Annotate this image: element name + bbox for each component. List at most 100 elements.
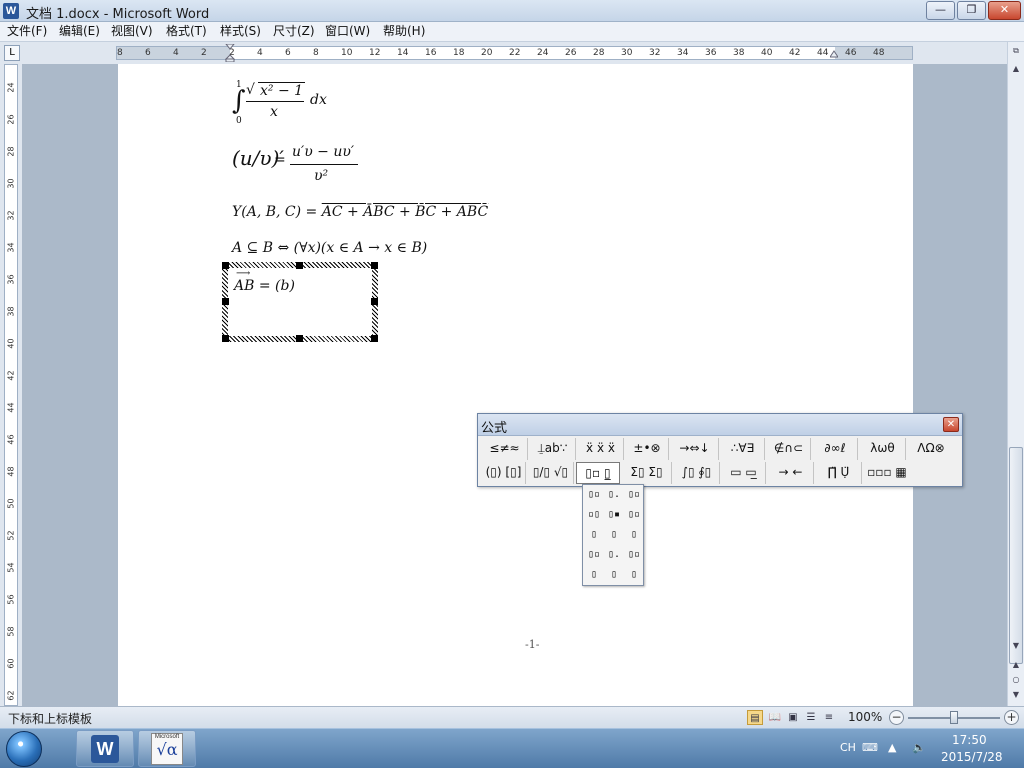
tray-expand-icon[interactable]: ▲ bbox=[888, 741, 896, 754]
menu-file[interactable]: 文件(F) bbox=[4, 24, 50, 39]
ruler-tick: 8 bbox=[313, 48, 319, 58]
prev-page-icon[interactable]: ▲ bbox=[1009, 658, 1023, 671]
palette-template-item[interactable]: ▯ bbox=[605, 566, 623, 584]
view-outline-icon[interactable]: ☰ bbox=[803, 710, 819, 725]
menu-help[interactable]: 帮助(H) bbox=[380, 24, 428, 39]
eq-template-integrals-button[interactable]: ∫▯ ∮▯ bbox=[674, 462, 720, 484]
palette-template-item[interactable]: ▯ bbox=[585, 526, 603, 544]
input-method-indicator[interactable]: CH bbox=[840, 741, 856, 754]
eq-template-labeled-arrows-button[interactable]: → ← bbox=[768, 462, 814, 484]
view-web-icon[interactable]: ▣ bbox=[785, 710, 801, 725]
view-page-layout-icon[interactable]: ▤ bbox=[747, 710, 763, 725]
script-template-palette[interactable]: ▯▫ ▯. ▯▫ ▫▯ ▯▪ ▯▫ ▯ ▯ ▯ ▯▫ ▯. ▯▫ ▯ ▯ ▯ bbox=[582, 484, 644, 586]
scroll-split-icon[interactable]: ⧉ bbox=[1009, 44, 1023, 57]
eq-template-bars-button[interactable]: ▭ ▭̲ bbox=[722, 462, 766, 484]
start-button[interactable] bbox=[6, 731, 42, 767]
zoom-in-button[interactable]: + bbox=[1004, 710, 1019, 725]
eq-symbol-misc-button[interactable]: ∂∞ℓ bbox=[813, 438, 858, 460]
tab-stop-selector[interactable]: L bbox=[4, 45, 20, 61]
ruler-tick: 20 bbox=[481, 48, 493, 58]
scroll-down-icon[interactable]: ▼ bbox=[1009, 639, 1023, 652]
eq-symbol-greek-lower-button[interactable]: λωθ bbox=[860, 438, 906, 460]
resize-handle-tr[interactable] bbox=[371, 262, 378, 269]
vertical-ruler[interactable]: 24 26 28 30 32 34 36 38 40 42 44 46 48 50 52 54 56 58 60 62 bbox=[4, 64, 18, 706]
resize-handle-bl[interactable] bbox=[222, 335, 229, 342]
palette-template-item[interactable]: ▯ bbox=[625, 566, 643, 584]
equation-boolean[interactable]: Y(A, B, C) = AC + ĀBC + B̄C + ABC̄ bbox=[232, 204, 492, 224]
scrollbar-thumb[interactable] bbox=[1009, 447, 1023, 664]
vertical-scrollbar[interactable]: ⧉ ▲ ▼ ▲ ○ ▼ bbox=[1007, 42, 1024, 706]
equation-toolbar[interactable]: 公式 ✕ ≤≠≈ ⍊ab∵ ẍ ẍ ẍ ±•⊗ →⇔↓ ∴∀∃ ∉∩⊂ ∂∞ℓ λωθ ΛΩ⊗ (▯… bbox=[477, 413, 963, 487]
maximize-button[interactable]: ❐ bbox=[957, 1, 986, 20]
ruler-tick: 38 bbox=[733, 48, 745, 58]
horizontal-ruler[interactable]: 8 6 4 2 2 4 6 8 10 12 14 16 18 20 22 24 26 28 30 32 34 36 38 40… bbox=[116, 44, 913, 62]
eq-symbol-logic-button[interactable]: ∴∀∃ bbox=[721, 438, 765, 460]
resize-handle-b[interactable] bbox=[296, 335, 303, 342]
equation-integral[interactable]: ∫ 1 0 √ x² − 1 x dx bbox=[232, 80, 342, 126]
zoom-out-button[interactable]: − bbox=[889, 710, 904, 725]
eq-symbol-sets-button[interactable]: ∉∩⊂ bbox=[767, 438, 811, 460]
eq-symbol-arrows-button[interactable]: →⇔↓ bbox=[671, 438, 719, 460]
resize-handle-tl[interactable] bbox=[222, 262, 229, 269]
ruler-tick: 28 bbox=[593, 48, 605, 58]
resize-handle-t[interactable] bbox=[296, 262, 303, 269]
equation-vector[interactable]: ⟶ AB = (b) bbox=[234, 268, 314, 298]
equation-toolbar-titlebar[interactable]: 公式 ✕ bbox=[478, 414, 962, 436]
eq-symbol-operators-button[interactable]: ±•⊗ bbox=[626, 438, 669, 460]
right-indent-marker-icon[interactable] bbox=[830, 47, 838, 59]
vruler-tick: 42 bbox=[6, 370, 16, 381]
equation-derivative[interactable]: (u/υ)′ = u′υ − uυ′ υ² bbox=[232, 136, 372, 188]
menu-view[interactable]: 视图(V) bbox=[108, 24, 156, 39]
next-page-icon[interactable]: ▼ bbox=[1009, 688, 1023, 701]
equation-set[interactable]: A ⊆ B ⇔ (∀x)(x ∈ A → x ∈ B) bbox=[232, 240, 482, 260]
eq-symbol-spaces-button[interactable]: ⍊ab∵ bbox=[530, 438, 576, 460]
eq-symbol-greek-upper-button[interactable]: ΛΩ⊗ bbox=[908, 438, 954, 460]
palette-template-item[interactable]: ▯▪ bbox=[605, 506, 623, 524]
palette-template-item[interactable]: ▫▯ bbox=[585, 506, 603, 524]
palette-template-item[interactable]: ▯ bbox=[605, 526, 623, 544]
zoom-slider-thumb[interactable] bbox=[950, 711, 958, 724]
view-reading-icon[interactable]: 📖 bbox=[767, 710, 783, 725]
equation-toolbar-close-button[interactable]: ✕ bbox=[943, 417, 959, 432]
eq-template-products-button[interactable]: ∏̈ Ụ̈ bbox=[816, 462, 862, 484]
palette-template-item[interactable]: ▯. bbox=[605, 486, 623, 504]
palette-template-item[interactable]: ▯▫ bbox=[585, 486, 603, 504]
keyboard-icon[interactable]: ⌨ bbox=[862, 741, 878, 754]
eq-symbol-embellish-button[interactable]: ẍ ẍ ẍ bbox=[578, 438, 624, 460]
zoom-level[interactable]: 100% bbox=[848, 710, 882, 724]
resize-handle-r[interactable] bbox=[371, 298, 378, 305]
browse-object-icon[interactable]: ○ bbox=[1009, 673, 1023, 686]
minimize-button[interactable]: — bbox=[926, 1, 955, 20]
indent-marker-icon[interactable] bbox=[225, 44, 235, 62]
menu-format[interactable]: 格式(T) bbox=[163, 24, 210, 39]
eq-template-fences-button[interactable]: (▯) [▯] bbox=[482, 462, 526, 484]
taskbar-mathtype-button[interactable]: Microsoft √α bbox=[138, 730, 196, 767]
eq-template-scripts-button[interactable]: ▯▫ ▯̲ bbox=[576, 462, 620, 484]
resize-handle-br[interactable] bbox=[371, 335, 378, 342]
eq-template-matrices-button[interactable]: ▫▫▫ ▦ bbox=[864, 462, 910, 484]
palette-template-item[interactable]: ▯ bbox=[625, 526, 643, 544]
clock-time[interactable]: 17:50 bbox=[952, 733, 987, 747]
close-button[interactable]: ✕ bbox=[988, 1, 1021, 20]
eq-symbol-relations-button[interactable]: ≤≠≈ bbox=[482, 438, 528, 460]
palette-template-item[interactable]: ▯. bbox=[605, 546, 623, 564]
menu-size[interactable]: 尺寸(Z) bbox=[270, 24, 318, 39]
menu-window[interactable]: 窗口(W) bbox=[322, 24, 373, 39]
eq-template-sums-button[interactable]: Σ▯ Σ▯ bbox=[622, 462, 672, 484]
scroll-up-icon[interactable]: ▲ bbox=[1009, 62, 1023, 75]
volume-icon[interactable]: 🔈 bbox=[912, 741, 926, 754]
word-app-icon[interactable]: W bbox=[3, 3, 19, 19]
palette-template-item[interactable]: ▯▫ bbox=[625, 506, 643, 524]
integral-lower-limit: 0 bbox=[236, 116, 242, 126]
menu-edit[interactable]: 编辑(E) bbox=[56, 24, 103, 39]
resize-handle-l[interactable] bbox=[222, 298, 229, 305]
eq-template-fractions-button[interactable]: ▯/▯ √▯ bbox=[528, 462, 574, 484]
palette-template-item[interactable]: ▯▫ bbox=[625, 546, 643, 564]
menu-style[interactable]: 样式(S) bbox=[217, 24, 264, 39]
palette-template-item[interactable]: ▯ bbox=[585, 566, 603, 584]
taskbar-word-button[interactable]: W bbox=[76, 730, 134, 767]
palette-template-item[interactable]: ▯▫ bbox=[625, 486, 643, 504]
view-draft-icon[interactable]: ≡ bbox=[821, 710, 837, 725]
clock-date[interactable]: 2015/7/28 bbox=[941, 750, 1003, 764]
palette-template-item[interactable]: ▯▫ bbox=[585, 546, 603, 564]
